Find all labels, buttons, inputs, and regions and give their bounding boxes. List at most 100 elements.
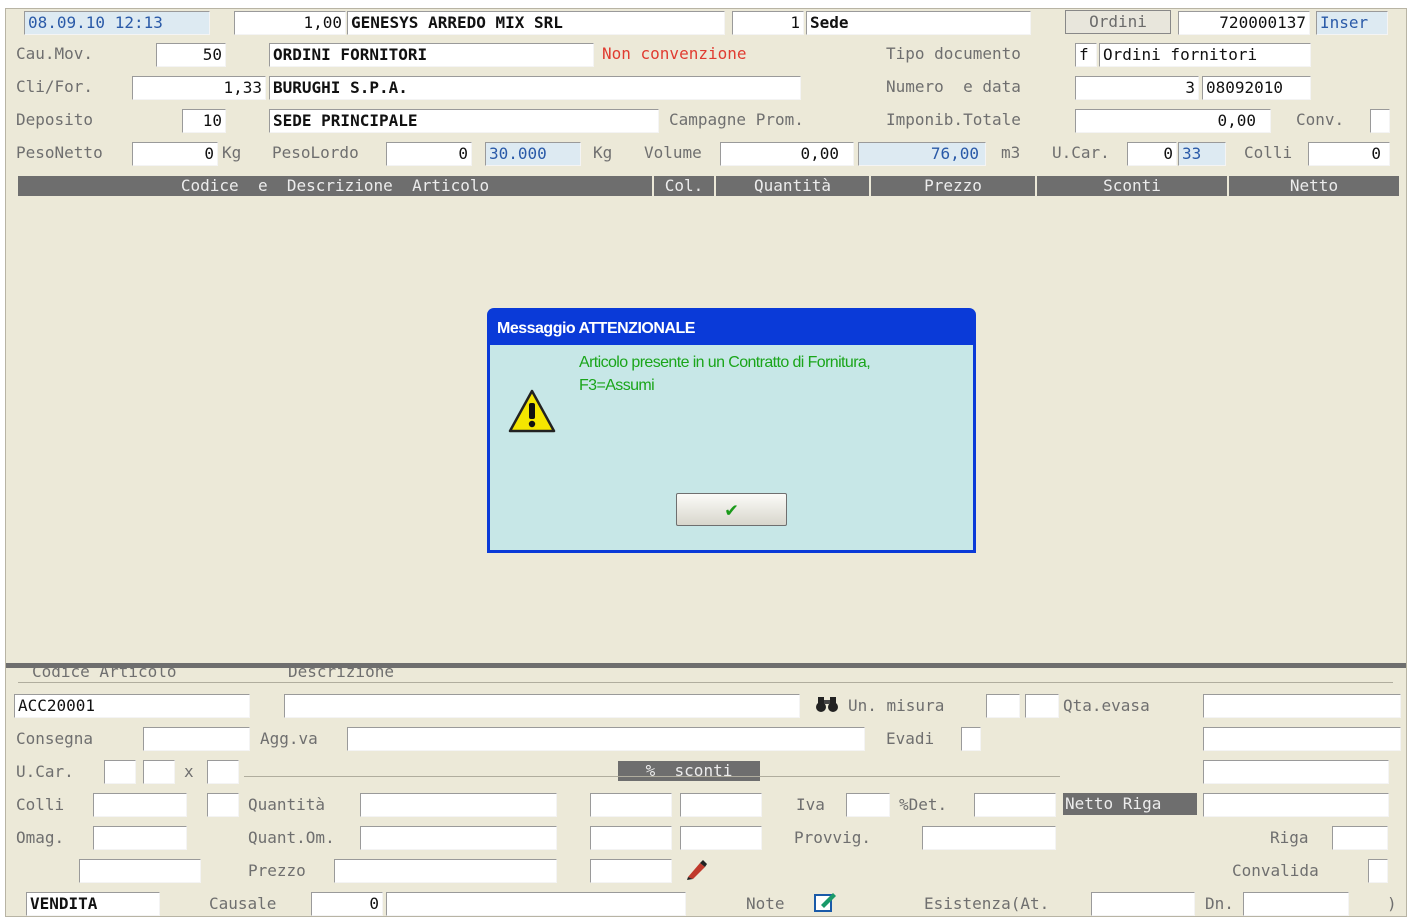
quantita-label: Quantità xyxy=(248,795,326,814)
dialog-title: Messaggio ATTENZIONALE xyxy=(497,320,695,337)
grid-header-col[interactable]: Col. xyxy=(654,176,716,196)
non-convenzione-label: Non convenzione xyxy=(602,44,747,63)
grid-header-prezzo[interactable]: Prezzo xyxy=(871,176,1037,196)
peso-lordo-field[interactable]: 0 xyxy=(386,142,472,166)
dn-field xyxy=(1243,892,1349,916)
numero-field[interactable]: 3 xyxy=(1075,76,1199,100)
datetime-field: 08.09.10 12:13 xyxy=(24,11,210,35)
colli-bottom-field-1[interactable] xyxy=(93,793,187,817)
sconto-2-field[interactable] xyxy=(680,793,762,817)
orders-button[interactable]: Ordini xyxy=(1065,10,1171,34)
iva-label: Iva xyxy=(796,795,825,814)
sconto-5-field[interactable] xyxy=(590,859,672,883)
un-misura-field-2[interactable] xyxy=(1025,694,1059,718)
cau-mov-label: Cau.Mov. xyxy=(16,44,94,63)
causale-field[interactable]: 0 xyxy=(311,892,383,916)
vendita-field: VENDITA xyxy=(26,892,160,916)
colli-field[interactable]: 0 xyxy=(1308,142,1390,166)
omag-field[interactable] xyxy=(93,826,187,850)
grid-header-netto[interactable]: Netto xyxy=(1229,176,1399,196)
conv-label: Conv. xyxy=(1296,110,1345,129)
data-field[interactable]: 08092010 xyxy=(1202,76,1311,100)
mode-indicator: Inser xyxy=(1316,11,1388,35)
evadi-checkbox[interactable] xyxy=(961,727,981,751)
grid-header-codice[interactable]: Codice e Descrizione Articolo xyxy=(18,176,654,196)
ok-button[interactable]: ✔ xyxy=(676,493,787,526)
warning-icon xyxy=(508,388,556,438)
quantita-field[interactable] xyxy=(360,793,557,817)
netto-riga-field xyxy=(1203,793,1389,817)
det-label: %Det. xyxy=(899,795,948,814)
iva-field[interactable] xyxy=(846,793,890,817)
tipo-documento-code[interactable]: f xyxy=(1075,43,1097,67)
dn-label: Dn. xyxy=(1205,894,1234,913)
consegna-label: Consegna xyxy=(16,729,94,748)
omag-extra-field[interactable] xyxy=(79,859,201,883)
u-car-bottom-field-2[interactable] xyxy=(143,760,175,784)
site-name-field: Sede xyxy=(806,11,1031,35)
bottom-panel-bar xyxy=(6,663,1406,668)
u-car-bottom-field-1[interactable] xyxy=(104,760,136,784)
det-field[interactable] xyxy=(974,793,1056,817)
edit-pen-icon[interactable] xyxy=(682,858,712,887)
riga-field[interactable] xyxy=(1332,826,1388,850)
quant-om-field[interactable] xyxy=(360,826,557,850)
descrizione-field[interactable] xyxy=(284,694,800,718)
dialog-body: Articolo presente in un Contratto di For… xyxy=(490,345,973,550)
separator-mid xyxy=(244,776,1060,777)
esistenza-label: Esistenza(At. xyxy=(924,894,1050,913)
u-car-bottom-label: U.Car. xyxy=(16,762,74,781)
qta-extra-field-1[interactable] xyxy=(1203,727,1401,751)
qta-evasa-label: Qta.evasa xyxy=(1063,696,1150,715)
causale-desc-field[interactable] xyxy=(386,892,686,916)
sconto-4-field[interactable] xyxy=(680,826,762,850)
sconto-3-field[interactable] xyxy=(590,826,672,850)
grid-header-sconti[interactable]: Sconti xyxy=(1037,176,1229,196)
qta-extra-field-2[interactable] xyxy=(1203,760,1389,784)
cau-mov-field[interactable]: 50 xyxy=(156,43,226,67)
provvig-field[interactable] xyxy=(922,826,1056,850)
colli-label: Colli xyxy=(1244,143,1293,162)
esistenza-field xyxy=(1091,892,1195,916)
tipo-documento-desc: Ordini fornitori xyxy=(1099,43,1311,67)
m3-label: m3 xyxy=(1001,143,1021,162)
note-edit-icon[interactable] xyxy=(811,891,839,916)
consegna-field[interactable] xyxy=(143,727,250,751)
un-misura-field-1[interactable] xyxy=(986,694,1020,718)
attention-dialog: Messaggio ATTENZIONALE Articolo presente… xyxy=(487,308,976,553)
u-car-blue: 33 xyxy=(1178,142,1226,166)
provvig-label: Provvig. xyxy=(794,828,872,847)
prezzo-field[interactable] xyxy=(334,859,557,883)
convalida-checkbox[interactable] xyxy=(1368,859,1388,883)
deposito-label: Deposito xyxy=(16,110,94,129)
cli-for-field[interactable]: 1,33 xyxy=(132,76,266,100)
codice-articolo-field[interactable]: ACC20001 xyxy=(14,694,250,718)
qta-evasa-field[interactable] xyxy=(1203,694,1401,718)
code-value-field[interactable]: 1,00 xyxy=(234,11,346,35)
u-car-bottom-field-3[interactable] xyxy=(207,760,239,784)
quant-om-label: Quant.Om. xyxy=(248,828,335,847)
binoculars-icon[interactable] xyxy=(812,694,842,721)
volume-field[interactable]: 0,00 xyxy=(720,142,854,166)
agg-va-field[interactable] xyxy=(347,727,865,751)
numero-data-label: Numero e data xyxy=(886,77,1021,96)
company-name-field: GENESYS ARREDO MIX SRL xyxy=(347,11,725,35)
sconto-1-field[interactable] xyxy=(590,793,672,817)
u-car-field[interactable]: 0 xyxy=(1127,142,1177,166)
close-paren: ) xyxy=(1387,894,1397,913)
grid-header-quantita[interactable]: Quantità xyxy=(716,176,871,196)
peso-netto-field[interactable]: 0 xyxy=(132,142,218,166)
deposito-field[interactable]: 10 xyxy=(182,109,226,133)
evadi-label: Evadi xyxy=(886,729,935,748)
site-number-field[interactable]: 1 xyxy=(732,11,804,35)
cli-for-name: BURUGHI S.P.A. xyxy=(269,76,801,100)
colli-bottom-field-2[interactable] xyxy=(207,793,239,817)
separator xyxy=(18,682,1393,683)
codice-articolo-label: Codice Articolo xyxy=(32,662,177,681)
kg-label-1: Kg xyxy=(222,143,242,162)
campagne-prom-label: Campagne Prom. xyxy=(669,110,804,129)
conv-checkbox[interactable] xyxy=(1370,109,1390,133)
un-misura-label: Un. misura xyxy=(848,696,945,715)
imponib-totale-label: Imponib.Totale xyxy=(886,110,1021,129)
peso-lordo-blue: 30.000 xyxy=(485,142,581,166)
